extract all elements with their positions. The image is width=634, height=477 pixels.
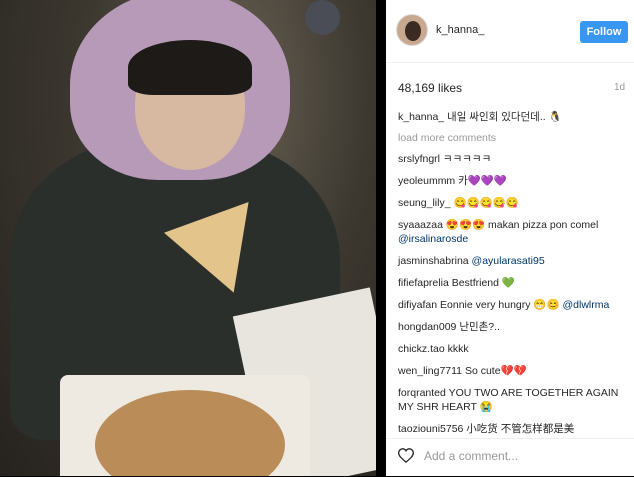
add-comment-input[interactable] <box>424 447 624 465</box>
comment-username[interactable]: syaaazaa <box>398 219 443 231</box>
list-item: syaaazaa 😍😍😍 makan pizza pon comel @irsa… <box>398 218 630 246</box>
heart-outline-icon[interactable] <box>397 448 415 468</box>
follow-button[interactable]: Follow <box>580 21 628 43</box>
header-username[interactable]: k_hanna_ <box>436 24 484 36</box>
comment-username[interactable]: wen_ling7711 <box>398 365 462 377</box>
comment-username[interactable]: yeoleummm <box>398 175 455 187</box>
list-item: taoziouni5756 小吃货 不管怎样都是美 <box>398 422 630 436</box>
caption-username[interactable]: k_hanna_ <box>398 111 444 123</box>
list-item: jasminshabrina @ayularasati95 <box>398 254 630 268</box>
photo-background-person <box>305 0 340 35</box>
comment-text: Bestfriend 💚 <box>448 277 515 289</box>
photo-hair <box>128 40 252 95</box>
list-item: yeoleummm 카💜💜💜 <box>398 174 630 188</box>
comment-username[interactable]: srslyfngrl <box>398 153 440 165</box>
post-photo <box>0 0 376 476</box>
list-item: wen_ling7711 So cute💔💔 <box>398 364 630 378</box>
comment-username[interactable]: taoziouni5756 <box>398 423 463 435</box>
comment-username[interactable]: jasminshabrina <box>398 255 469 267</box>
post-header: k_hanna_ Follow <box>386 0 634 63</box>
comment-text: 난민촌?.. <box>456 321 500 333</box>
comment-username[interactable]: forqranted <box>398 387 446 399</box>
list-item: srslyfngrl ㅋㅋㅋㅋㅋ <box>398 152 630 166</box>
list-item: hongdan009 난민촌?.. <box>398 320 630 334</box>
comment-mention[interactable]: @dlwlrma <box>562 299 609 311</box>
comment-username[interactable]: chickz.tao <box>398 343 445 355</box>
comment-text: kkkk <box>444 343 469 355</box>
list-item: difiyafan Eonnie very hungry 😁😊 @dlwlrma <box>398 298 630 312</box>
list-item: fifiefaprelia Bestfriend 💚 <box>398 276 630 290</box>
comment-username[interactable]: seung_lily_ <box>398 197 451 209</box>
likes-count[interactable]: 48,169 likes <box>398 81 462 95</box>
comments-list: k_hanna_ 내일 싸인회 있다던데.. 🐧 load more comme… <box>398 110 630 444</box>
list-item: chickz.tao kkkk <box>398 342 630 356</box>
post-timestamp[interactable]: 1d <box>614 82 634 93</box>
list-item: seung_lily_ 😋😋😋😋😋 <box>398 196 630 210</box>
comment-username[interactable]: fifiefaprelia <box>398 277 449 289</box>
comment-mention[interactable]: @ayularasati95 <box>472 255 545 267</box>
comment-text: 😍😍😍 makan pizza pon comel <box>442 219 599 231</box>
comment-text: 카💜💜💜 <box>455 175 507 187</box>
comment-text: 😋😋😋😋😋 <box>450 197 519 209</box>
caption-text: 내일 싸인회 있다던데.. 🐧 <box>444 111 562 123</box>
comment-username[interactable]: hongdan009 <box>398 321 456 333</box>
list-item: forqranted YOU TWO ARE TOGETHER AGAIN MY… <box>398 386 630 414</box>
avatar[interactable] <box>396 14 428 46</box>
load-more-comments-link[interactable]: load more comments <box>398 132 630 144</box>
comment-mention[interactable]: @irsalinarosde <box>398 233 468 245</box>
comment-text: Eonnie very hungry 😁😊 <box>437 299 563 311</box>
post-side-panel: k_hanna_ Follow 48,169 likes 1d k_hanna_… <box>386 0 634 476</box>
comment-username[interactable]: difiyafan <box>398 299 437 311</box>
caption: k_hanna_ 내일 싸인회 있다던데.. 🐧 <box>398 110 630 124</box>
comment-text: 小吃货 不管怎样都是美 <box>463 423 575 435</box>
comment-text: ㅋㅋㅋㅋㅋ <box>440 153 492 165</box>
comment-text: So cute💔💔 <box>462 365 527 377</box>
